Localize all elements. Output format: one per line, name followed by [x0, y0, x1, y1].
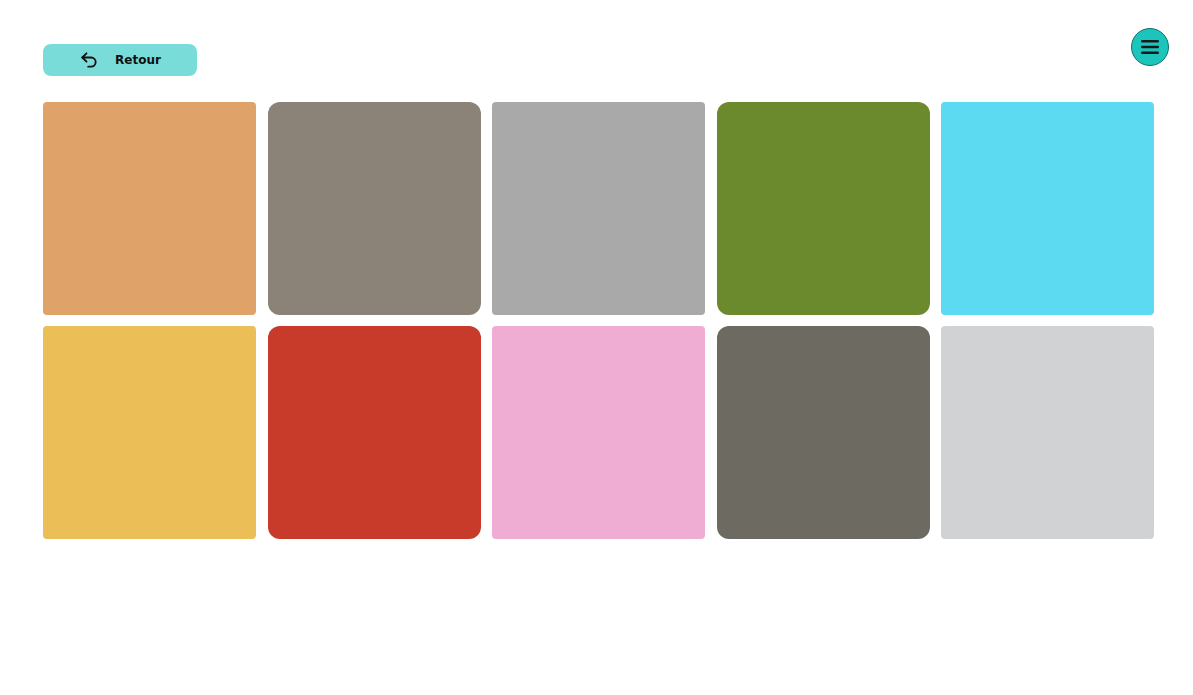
- menu-button[interactable]: [1131, 28, 1169, 66]
- picture-tile[interactable]: [717, 102, 930, 315]
- back-button[interactable]: Retour: [43, 44, 197, 76]
- picture-tile[interactable]: [43, 326, 256, 539]
- back-label: Retour: [115, 53, 161, 67]
- menu-icon: [1140, 39, 1160, 55]
- page: Retour: [0, 0, 1193, 695]
- undo-icon: [79, 50, 99, 70]
- header: Retour: [43, 28, 1169, 76]
- picture-tile[interactable]: [492, 102, 705, 315]
- picture-tile[interactable]: [268, 326, 481, 539]
- picture-tile[interactable]: [941, 326, 1154, 539]
- picture-grid: [43, 102, 1169, 539]
- picture-tile[interactable]: [43, 102, 256, 315]
- picture-tile[interactable]: [717, 326, 930, 539]
- picture-tile[interactable]: [492, 326, 705, 539]
- picture-tile[interactable]: [268, 102, 481, 315]
- picture-tile[interactable]: [941, 102, 1154, 315]
